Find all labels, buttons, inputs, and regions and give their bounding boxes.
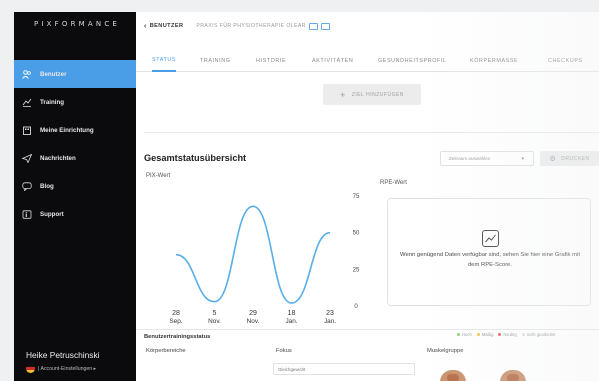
x-tick-month: Nov. — [247, 318, 260, 325]
sidebar-item-label: Support — [40, 210, 64, 218]
sidebar-item-meine-einrichtung[interactable]: Meine Einrichtung — [14, 116, 136, 144]
sidebar-item-label: Nachrichten — [40, 154, 76, 162]
training-status-title: Benutzertrainingsstatus — [144, 334, 211, 340]
sidebar-item-benutzer[interactable]: Benutzer — [14, 60, 136, 88]
line-chart-icon — [482, 230, 499, 247]
rpe-empty-message: Wenn genügend Daten verfügbar sind, sehe… — [400, 252, 580, 268]
support-icon: i — [22, 209, 32, 219]
send-icon — [22, 153, 32, 163]
x-tick-month: Sep. — [169, 318, 182, 325]
pix-series-line — [175, 205, 331, 304]
body-back-figure — [500, 370, 526, 381]
sidebar-item-label: Training — [40, 98, 65, 106]
image-icon[interactable] — [308, 22, 318, 30]
pix-line-chart: 755025028Sep.5Nov.29Nov.18Jan.23Jan. — [169, 194, 360, 325]
add-goal-button[interactable]: + ZIEL HINZUFÜGEN — [323, 84, 421, 105]
svg-text:i: i — [25, 212, 27, 219]
legend-item: Mäßig — [476, 332, 493, 337]
y-tick-label: 25 — [353, 267, 360, 273]
date-range-placeholder: Zeitraum auswählen — [449, 156, 491, 161]
sidebar-item-nachrichten[interactable]: Nachrichten — [14, 144, 136, 172]
users-icon — [22, 69, 32, 79]
muscle-group-header: Muskelgruppe — [427, 348, 464, 354]
overview-title: Gesamtstatusübersicht — [144, 153, 247, 163]
tab-status[interactable]: STATUS — [152, 50, 177, 72]
y-tick-label: 75 — [353, 194, 360, 200]
user-profile: Heike Petruschinski | Account-Einstellun… — [26, 350, 134, 373]
back-button[interactable]: ‹ BENUTZER — [144, 23, 183, 30]
section-divider — [144, 132, 599, 133]
topbar: ‹ BENUTZER PRAXIS FÜR PHYSIOTHERAPIE OLE… — [136, 12, 599, 40]
tab-bar: STATUS TRAINING HISTORIE AKTIVITÄTEN GES… — [136, 50, 599, 72]
x-tick-month: Jan. — [285, 318, 297, 325]
main-panel: ‹ BENUTZER PRAXIS FÜR PHYSIOTHERAPIE OLE… — [136, 12, 599, 381]
building-icon — [22, 126, 32, 135]
tab-checkups[interactable]: CHECKUPS — [548, 50, 583, 72]
x-tick-day: 23 — [326, 310, 334, 317]
account-settings-link[interactable]: | Account-Einstellungen ▸ — [26, 364, 134, 373]
rpe-label: RPE-Wert — [380, 180, 407, 186]
print-label: DRUCKEN — [561, 155, 590, 162]
sidebar-nav: Benutzer Training Meine Einrichtung Nach… — [14, 60, 136, 228]
tab-historie[interactable]: HISTORIE — [256, 50, 286, 72]
status-legend: Hoch Mäßig Niedrig nicht gearbeitet — [457, 332, 560, 337]
sidebar-item-training[interactable]: Training — [14, 88, 136, 116]
caret-down-icon: ▾ — [521, 156, 524, 162]
back-label: BENUTZER — [149, 23, 184, 29]
x-tick-day: 28 — [172, 310, 180, 317]
tab-training[interactable]: TRAINING — [200, 50, 231, 72]
x-tick-day: 5 — [213, 310, 217, 317]
focus-select[interactable]: Gleichgewicht — [273, 363, 415, 375]
focus-header: Fokus — [276, 348, 292, 354]
training-icon — [22, 98, 32, 107]
print-button[interactable]: ⚙ DRUCKEN — [540, 151, 599, 166]
sidebar-item-support[interactable]: i Support — [14, 200, 136, 228]
body-front-figure — [440, 370, 466, 381]
section-divider — [136, 329, 599, 330]
german-flag-icon — [26, 364, 35, 373]
sidebar: PIXFORMANCE Benutzer Training Meine Einr… — [14, 12, 136, 381]
tab-aktivitaeten[interactable]: AKTIVITÄTEN — [312, 50, 353, 72]
y-tick-label: 50 — [353, 231, 360, 237]
practice-name: PRAXIS FÜR PHYSIOTHERAPIE OLEAR — [196, 23, 306, 29]
calendar-icon[interactable] — [320, 22, 330, 30]
x-tick-month: Nov. — [208, 318, 221, 325]
y-tick-label: 0 — [354, 304, 358, 310]
body-areas-header: Körperbereiche — [146, 348, 186, 354]
account-settings-label: | Account-Einstellungen ▸ — [38, 365, 97, 372]
plus-icon: + — [340, 89, 346, 100]
legend-item: Hoch — [457, 332, 472, 337]
tab-gesundheitsprofil[interactable]: GESUNDHEITSPROFIL — [378, 50, 447, 72]
sidebar-item-label: Blog — [40, 182, 54, 190]
sidebar-item-label: Benutzer — [40, 70, 67, 78]
date-range-select[interactable]: Zeitraum auswählen ▾ — [440, 151, 534, 166]
x-tick-day: 18 — [288, 310, 296, 317]
sidebar-item-blog[interactable]: Blog — [14, 172, 136, 200]
x-tick-month: Jan. — [324, 318, 336, 325]
pix-chart-title: PIX-Wert — [146, 173, 171, 179]
chat-icon — [22, 181, 32, 191]
add-goal-label: ZIEL HINZUFÜGEN — [351, 91, 404, 98]
legend-item: nicht gearbeitet — [521, 332, 555, 337]
rpe-empty-card: Wenn genügend Daten verfügbar sind, sehe… — [387, 198, 591, 306]
chevron-left-icon: ‹ — [144, 22, 147, 30]
legend-item: Niedrig — [498, 332, 517, 337]
user-name: Heike Petruschinski — [26, 350, 100, 360]
x-tick-day: 29 — [249, 310, 257, 317]
sidebar-item-label: Meine Einrichtung — [40, 126, 94, 134]
tab-koerpermasse[interactable]: KÖRPERMASSE — [470, 50, 518, 72]
app-logo: PIXFORMANCE — [33, 20, 121, 28]
print-icon: ⚙ — [549, 155, 557, 163]
